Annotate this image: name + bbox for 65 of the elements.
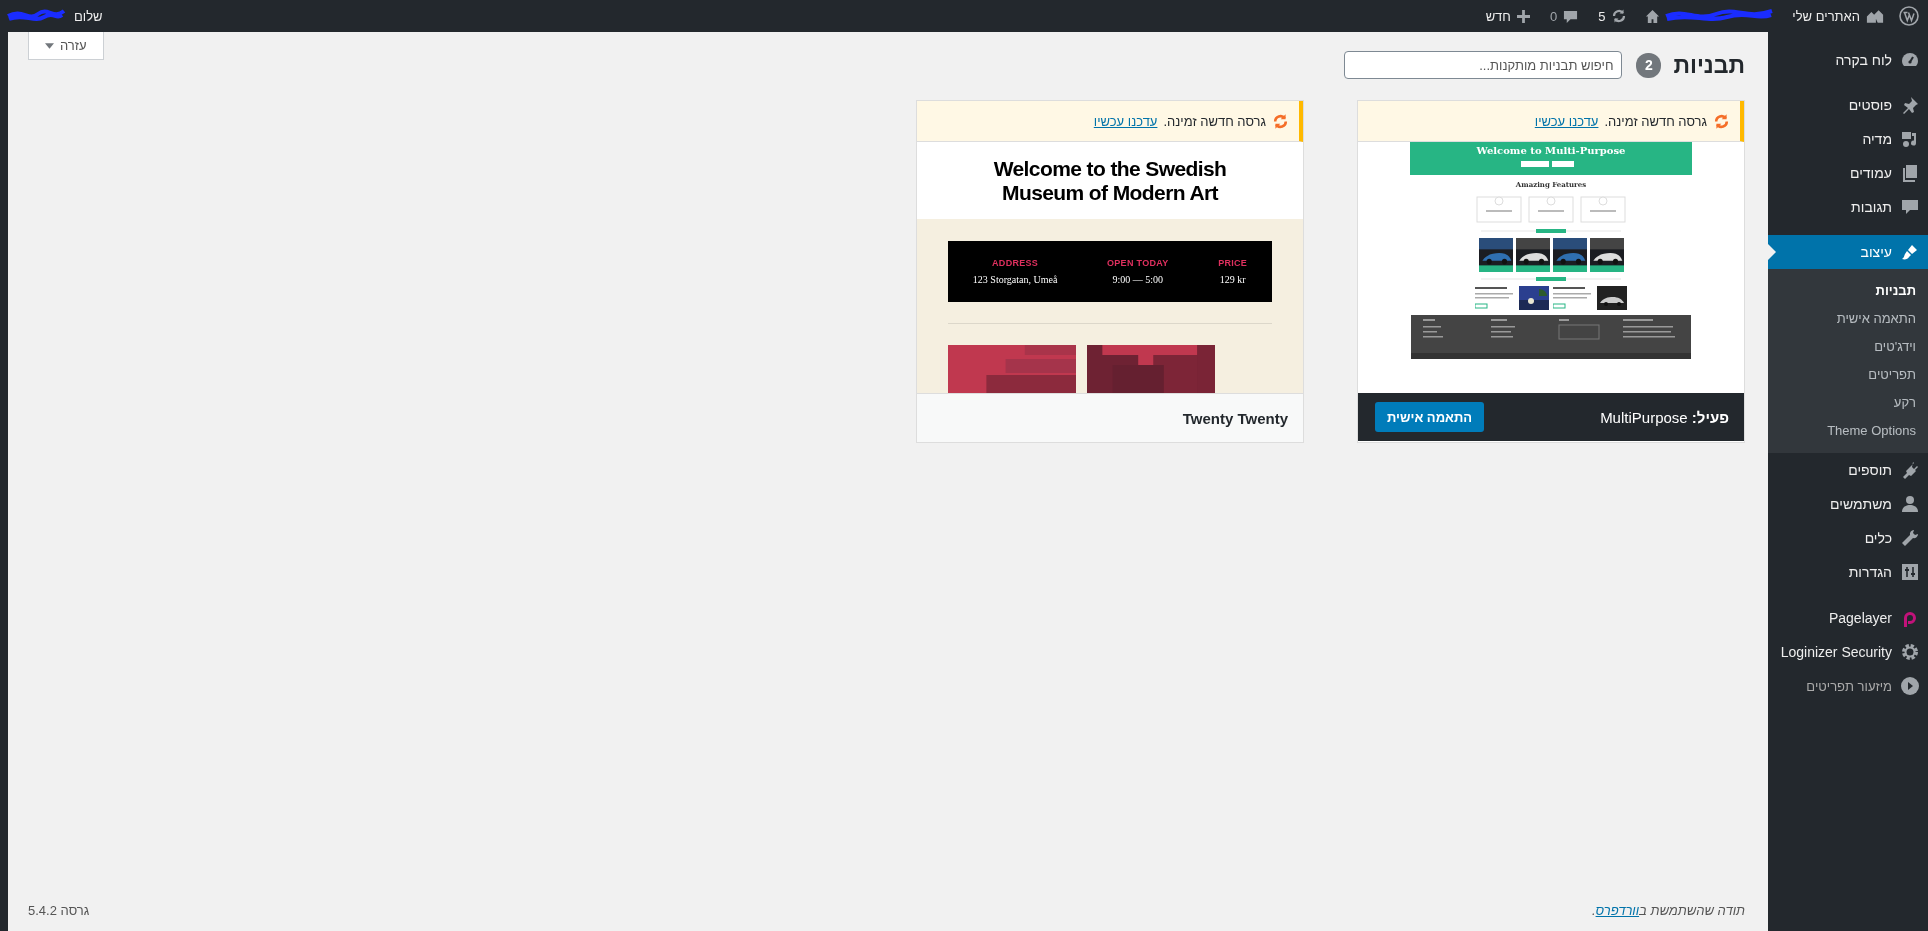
- info-label: ADDRESS: [992, 258, 1039, 268]
- submenu-item[interactable]: תפריטים: [1768, 361, 1928, 389]
- menu-item[interactable]: תוספים: [1768, 453, 1928, 487]
- redaction-scribble: [6, 9, 66, 23]
- settings-icon: [1900, 642, 1920, 662]
- menu-item[interactable]: Loginizer Security: [1768, 635, 1928, 669]
- updates-link[interactable]: 5: [1590, 0, 1636, 32]
- info-value: 123 Storgatan, Umeå: [972, 274, 1058, 285]
- menu-item[interactable]: מדיה: [1768, 122, 1928, 156]
- footer-thanks: תודה שהשתמשת בוורדפרס.: [1591, 903, 1745, 918]
- menu-item[interactable]: עיצוב: [1768, 235, 1928, 269]
- search-field[interactable]: חיפוש תבניות מותקנות...: [1344, 51, 1623, 79]
- submenu-item[interactable]: וידג'טים: [1768, 333, 1928, 361]
- preview-heading: Welcome to the Swedish Museum of Modern Art: [992, 157, 1228, 204]
- new-link[interactable]: חדש: [1477, 0, 1538, 32]
- page-title: תבניות: [1673, 51, 1745, 79]
- comments-link[interactable]: 0: [1541, 0, 1587, 32]
- submenu-item[interactable]: רקע: [1768, 389, 1928, 417]
- caret-icon: [45, 42, 54, 49]
- play-circle-icon: [1900, 676, 1920, 696]
- submenu-item[interactable]: התאמה אישית: [1768, 305, 1928, 333]
- refresh-icon: [1713, 112, 1730, 130]
- update-now-link[interactable]: עדכנו עכשיו: [1534, 113, 1599, 129]
- menu-item[interactable]: עמודים: [1768, 156, 1928, 190]
- home-icon[interactable]: [1645, 8, 1661, 24]
- info-label: PRICE: [1218, 258, 1248, 268]
- info-value: 129 kr: [1219, 274, 1246, 285]
- comment-icon: [1563, 8, 1579, 24]
- theme-name: Twenty Twenty: [1182, 409, 1288, 427]
- refresh-icon: [1272, 112, 1289, 130]
- submenu-item[interactable]: Theme Options: [1768, 417, 1928, 445]
- collapse-menu-button[interactable]: מיזעור תפריטים: [1768, 669, 1928, 703]
- sliders-icon: [1900, 562, 1920, 582]
- brush-icon: [1900, 242, 1920, 262]
- wrench-icon: [1900, 528, 1920, 548]
- wordpress-link[interactable]: וורדפרס: [1595, 903, 1640, 918]
- menu-item[interactable]: כלים: [1768, 521, 1928, 555]
- pages-icon: [1900, 163, 1920, 183]
- wordpress-logo-icon[interactable]: [1899, 6, 1919, 26]
- version-text: גרסה 5.4.2: [28, 903, 90, 918]
- menu-item[interactable]: פוסטים: [1768, 88, 1928, 122]
- theme-count: 2: [1636, 52, 1662, 78]
- menu-item[interactable]: לוח בקרה: [1768, 43, 1928, 77]
- info-value: 9:00 — 5:00: [1112, 274, 1164, 285]
- text-lines-drawing: [1553, 286, 1593, 310]
- menu-item[interactable]: הגדרות: [1768, 555, 1928, 589]
- customize-button[interactable]: התאמה אישית: [1375, 402, 1485, 432]
- text-lines-drawing: [1475, 286, 1515, 310]
- user-icon: [1900, 494, 1920, 514]
- info-label: OPEN TODAY: [1107, 258, 1169, 268]
- notice-text: גרסה חדשה זמינה.: [1604, 113, 1707, 129]
- submenu-item[interactable]: תבניות: [1768, 277, 1928, 305]
- menu-item[interactable]: תגובות: [1768, 190, 1928, 224]
- menu-item[interactable]: Pagelayer: [1768, 601, 1928, 635]
- greeting-link[interactable]: שלום: [66, 0, 111, 32]
- houses-icon: [1866, 8, 1884, 24]
- my-sites-link[interactable]: האתרים שלי: [1784, 0, 1892, 32]
- plus-icon: [1516, 9, 1530, 23]
- comment-icon: [1900, 197, 1920, 217]
- refresh-icon: [1611, 8, 1628, 24]
- menu-item[interactable]: משתמשים: [1768, 487, 1928, 521]
- preview-heading: Welcome to Multi-Purpose: [1476, 145, 1626, 156]
- notice-text: גרסה חדשה זמינה.: [1163, 113, 1266, 129]
- update-now-link[interactable]: עדכנו עכשיו: [1093, 113, 1158, 129]
- help-tab-button[interactable]: עזרה: [28, 32, 104, 60]
